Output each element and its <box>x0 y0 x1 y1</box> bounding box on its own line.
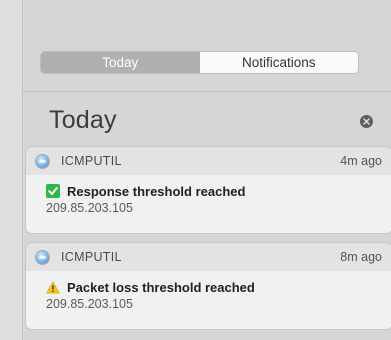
green-check-icon <box>46 184 60 198</box>
notification-subtitle: 209.85.203.105 <box>46 201 133 215</box>
notification-body: Packet loss threshold reached 209.85.203… <box>26 271 391 329</box>
notification-header: ICMPUTIL 4m ago <box>26 147 391 175</box>
close-icon <box>363 118 370 125</box>
app-name: ICMPUTIL <box>61 154 122 168</box>
clear-button[interactable] <box>360 115 373 128</box>
notification-card[interactable]: ICMPUTIL 4m ago Response threshold reach… <box>26 147 391 233</box>
notification-card[interactable]: ICMPUTIL 8m ago Packet loss threshold re… <box>26 243 391 329</box>
warning-triangle-icon <box>46 280 60 294</box>
notification-body: Response threshold reached 209.85.203.10… <box>26 175 391 233</box>
tab-today[interactable]: Today <box>41 52 200 73</box>
app-icon <box>36 250 49 264</box>
notification-center-panel: Today Notifications Today ICMPUTIL 4m ag… <box>22 0 391 340</box>
view-switcher: Today Notifications <box>41 52 358 73</box>
timestamp: 8m ago <box>340 250 382 264</box>
tab-notifications[interactable]: Notifications <box>199 52 358 73</box>
timestamp: 4m ago <box>340 154 382 168</box>
notification-header: ICMPUTIL 8m ago <box>26 243 391 271</box>
divider <box>23 91 391 92</box>
app-name: ICMPUTIL <box>61 250 122 264</box>
app-icon <box>36 154 49 168</box>
notification-title: Packet loss threshold reached <box>67 279 255 295</box>
notification-subtitle: 209.85.203.105 <box>46 297 133 311</box>
notification-title: Response threshold reached <box>67 183 246 199</box>
section-title: Today <box>49 106 117 134</box>
